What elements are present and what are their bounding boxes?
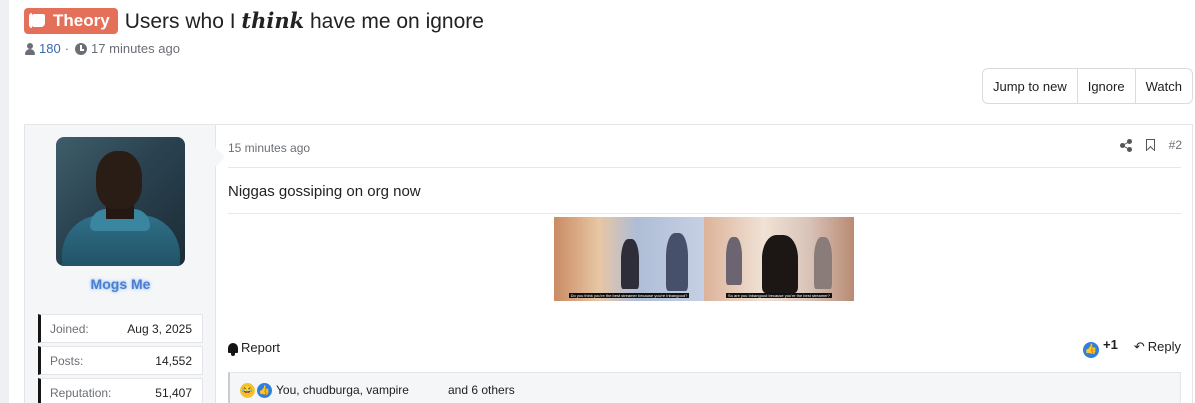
bookmark-icon[interactable]: [1145, 139, 1155, 151]
post-body: Niggas gossiping on org now: [228, 183, 421, 200]
watch-button[interactable]: Watch: [1136, 69, 1192, 103]
image-caption: So are you Inbangood because you're the …: [704, 293, 854, 298]
username-link[interactable]: Mogs Me: [25, 276, 216, 292]
thread-title-start: Users who I: [124, 10, 242, 33]
post-actions: Report 👍 +1 ↶ Reply: [228, 337, 1181, 358]
post-user-cell: Mogs Me Joined: Aug 3, 2025 Posts: 14,55…: [25, 125, 216, 403]
post-main: 15 minutes ago #2 Niggas gossiping on or…: [217, 125, 1194, 403]
image-figure: [726, 237, 742, 285]
thread-start-time[interactable]: 17 minutes ago: [91, 41, 180, 56]
left-rail: [0, 0, 9, 403]
reaction-score: +1: [1103, 336, 1118, 352]
avatar[interactable]: [56, 137, 185, 266]
stat-posts: Posts: 14,552: [38, 346, 203, 375]
scroll-icon: [29, 13, 48, 29]
image-figure: [814, 237, 832, 289]
post-header-divider: [228, 167, 1181, 168]
post-time[interactable]: 15 minutes ago: [228, 141, 310, 155]
reaction-others[interactable]: and 6 others: [448, 383, 515, 397]
reply-button[interactable]: ↶ Reply: [1134, 339, 1181, 355]
image-figure: [762, 235, 798, 293]
image-figure: [621, 239, 639, 289]
post-image[interactable]: Do you think you're the best streamer be…: [554, 217, 704, 301]
stat-reputation: Reputation: 51,407: [38, 378, 203, 403]
meta-separator: ·: [64, 41, 70, 56]
stat-value: 51,407: [155, 385, 192, 400]
thread-meta: 180 · 17 minutes ago: [24, 41, 180, 56]
thread-starter-link[interactable]: 180: [39, 41, 61, 56]
stat-joined: Joined: Aug 3, 2025: [38, 314, 203, 343]
laugh-icon: 😂: [240, 383, 255, 398]
post-number[interactable]: #2: [1169, 138, 1182, 152]
post-body-divider: [228, 213, 1181, 214]
ignore-button[interactable]: Ignore: [1078, 69, 1136, 103]
share-icon[interactable]: [1119, 139, 1132, 152]
thread-title: Users who I think have me on ignore: [125, 8, 484, 34]
stat-label: Joined:: [50, 321, 89, 336]
stat-label: Reputation:: [50, 385, 112, 400]
post-image[interactable]: So are you Inbangood because you're the …: [704, 217, 854, 301]
post-actions-right: 👍 +1 ↶ Reply: [1083, 337, 1181, 358]
thread-prefix-label: Theory: [53, 11, 110, 30]
reactions-bar[interactable]: 😂 👍 You, chudburga, vampire and 6 others: [228, 372, 1181, 403]
thread-header: Theory Users who I think have me on igno…: [24, 7, 484, 35]
reply-label: Reply: [1147, 339, 1181, 354]
report-link[interactable]: Report: [228, 339, 281, 356]
like-icon: 👍: [257, 383, 272, 398]
reply-icon: ↶: [1133, 339, 1145, 354]
image-caption: Do you think you're the best streamer be…: [554, 293, 704, 298]
like-icon: 👍: [1083, 341, 1100, 358]
reaction-users[interactable]: You, chudburga, vampire: [276, 383, 409, 397]
post: Mogs Me Joined: Aug 3, 2025 Posts: 14,55…: [24, 124, 1193, 403]
post-tools: #2: [1119, 138, 1182, 152]
person-icon: [24, 42, 35, 55]
thread-title-emphasis: think: [241, 8, 305, 33]
stat-label: Posts:: [50, 353, 84, 368]
jump-to-new-button[interactable]: Jump to new: [983, 69, 1078, 103]
image-caption-text: So are you Inbangood because you're the …: [726, 293, 832, 298]
thread-title-end: have me on ignore: [304, 10, 484, 33]
bell-icon: [228, 342, 238, 356]
avatar-head: [96, 151, 142, 209]
image-figure: [666, 233, 688, 291]
stat-value: Aug 3, 2025: [127, 321, 192, 336]
thread-prefix-badge[interactable]: Theory: [24, 8, 118, 34]
stat-value: 14,552: [155, 353, 192, 368]
react-button[interactable]: 👍 +1: [1083, 337, 1118, 358]
thread-action-group: Jump to new Ignore Watch: [982, 68, 1193, 104]
clock-icon: [75, 42, 88, 55]
image-caption-text: Do you think you're the best streamer be…: [568, 293, 690, 298]
report-label: Report: [241, 339, 281, 355]
